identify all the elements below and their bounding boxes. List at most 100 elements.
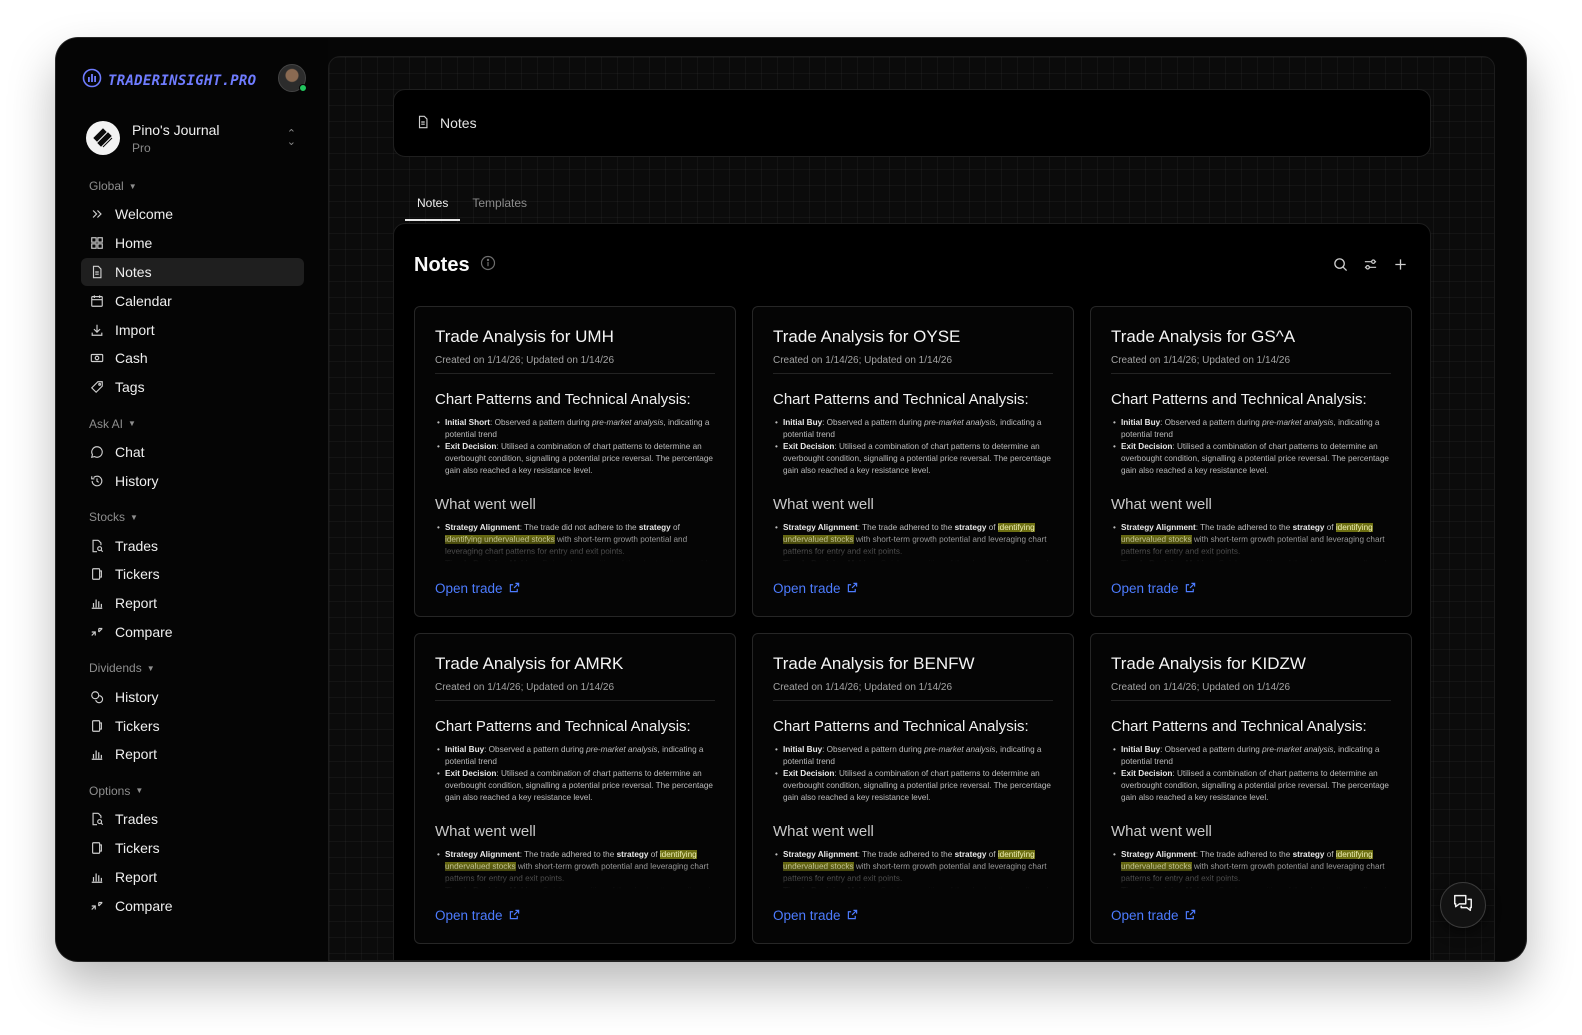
sidebar-item-home[interactable]: Home [81, 229, 304, 258]
nav-group-dividends: Dividends ▼ History Tickers Report [81, 660, 304, 768]
bullet-label: Exit Decision [783, 769, 835, 778]
bullet-text: : Observed a pattern during [822, 418, 925, 427]
sidebar-item-report[interactable]: Report [81, 740, 304, 769]
sidebar-item-tickers[interactable]: Tickers [81, 711, 304, 740]
note-bullet: Initial Buy: Observed a pattern during p… [1113, 744, 1391, 768]
sidebar-item-label: History [115, 472, 159, 489]
bullet-text: : The trade adhered to the [1195, 523, 1293, 532]
tab-templates[interactable]: Templates [460, 191, 539, 221]
bullet-text: : The trade adhered to the [857, 523, 955, 532]
note-meta: Created on 1/14/26; Updated on 1/14/26 [773, 355, 1053, 374]
sidebar-item-label: Tickers [115, 566, 160, 583]
sidebar-item-tickers[interactable]: Tickers [81, 560, 304, 589]
page-header: Notes [393, 89, 1431, 157]
sidebar-item-chat[interactable]: Chat [81, 438, 304, 467]
brand-logo[interactable]: TRADERINSIGHT.PRO [82, 68, 256, 93]
bullet-emphasis: pre-market analysis [924, 745, 996, 754]
sidebar-item-calendar[interactable]: Calendar [81, 286, 304, 315]
tab-notes[interactable]: Notes [405, 191, 461, 221]
sidebar-item-label: Calendar [115, 292, 172, 309]
bullet-text: of [986, 523, 998, 532]
brand-name: TRADERINSIGHT.PRO [108, 72, 257, 89]
sidebar-item-welcome[interactable]: Welcome [81, 200, 304, 229]
nav-group-toggle[interactable]: Stocks ▼ [81, 509, 304, 531]
note-title: Trade Analysis for OYSE [773, 327, 961, 346]
info-icon[interactable] [480, 255, 496, 276]
sidebar-item-cash[interactable]: Cash [81, 344, 304, 373]
note-card[interactable]: Trade Analysis for AMRK Created on 1/14/2… [414, 633, 736, 944]
note-card[interactable]: Trade Analysis for UMH Created on 1/14/26… [414, 306, 736, 617]
note-card[interactable]: Trade Analysis for BENFW Created on 1/14/… [752, 633, 1074, 944]
note-bullet: Initial Buy: Observed a pattern during p… [775, 744, 1053, 768]
sidebar-item-notes[interactable]: Notes [81, 257, 304, 287]
note-meta: Created on 1/14/26; Updated on 1/14/26 [1111, 682, 1391, 701]
bullet-label: Timely Decision Making [1121, 886, 1214, 889]
sidebar-item-report[interactable]: Report [81, 589, 304, 618]
open-trade-label: Open trade [773, 581, 841, 596]
note-card[interactable]: Trade Analysis for KIDZW Created on 1/14/… [1090, 633, 1412, 944]
note-bullet: Timely Decision Making: Delayed recognit… [437, 558, 715, 562]
sidebar-item-label: Welcome [115, 206, 174, 223]
sidebar-item-compare[interactable]: Compare [81, 891, 304, 920]
plus-icon[interactable] [1392, 256, 1408, 272]
external-link-icon [1185, 581, 1196, 596]
open-trade-link[interactable]: Open trade [435, 581, 520, 596]
nav-group-ask-ai: Ask AI ▼ Chat History [81, 416, 304, 496]
nav-group-toggle[interactable]: Global ▼ [81, 178, 304, 200]
note-card[interactable]: Trade Analysis for OYSE Created on 1/14/2… [752, 306, 1074, 617]
open-trade-link[interactable]: Open trade [435, 908, 520, 923]
sidebar-item-trades[interactable]: Trades [81, 805, 304, 834]
bullet-text: : The trade adhered to the [519, 850, 617, 859]
bullet-label: Strategy Alignment [783, 523, 858, 532]
sidebar-item-history[interactable]: History [81, 466, 304, 495]
bullet-label: Exit Decision [445, 442, 497, 451]
nav-group-toggle[interactable]: Options ▼ [81, 783, 304, 805]
bullet-text: : Observed a pattern during [1160, 418, 1263, 427]
page-header-title: Notes [440, 115, 477, 131]
note-subheading: What went well [435, 496, 536, 513]
tab-bar: Notes Templates [405, 191, 539, 221]
nav-group-toggle[interactable]: Dividends ▼ [81, 660, 304, 682]
sidebar-item-label: Trades [115, 811, 159, 828]
nav-group-toggle[interactable]: Ask AI ▼ [81, 416, 304, 438]
brand-chart-icon [82, 68, 102, 93]
sidebar-item-import[interactable]: Import [81, 315, 304, 344]
open-trade-link[interactable]: Open trade [1111, 908, 1196, 923]
sidebar-item-history[interactable]: History [81, 682, 304, 711]
note-bullet-list: Strategy Alignment: The trade adhered to… [775, 522, 1053, 562]
sidebar-item-trades[interactable]: Trades [81, 531, 304, 560]
open-trade-link[interactable]: Open trade [773, 908, 858, 923]
sidebar-item-label: Chat [115, 443, 145, 460]
caret-down-icon: ▼ [130, 512, 138, 522]
chat-support-button[interactable] [1440, 882, 1486, 928]
sidebar-item-label: Notes [115, 263, 152, 280]
bullet-emphasis: pre-market analysis [586, 745, 658, 754]
note-bullet: Initial Buy: Observed a pattern during p… [1113, 417, 1391, 441]
note-title: Trade Analysis for UMH [435, 327, 614, 346]
note-card[interactable]: Trade Analysis for GS^A Created on 1/14/2… [1090, 306, 1412, 617]
compare-icon [89, 624, 105, 640]
sidebar-item-tickers[interactable]: Tickers [81, 834, 304, 863]
sidebar-item-tags[interactable]: Tags [81, 373, 304, 402]
note-subheading: What went well [435, 823, 536, 840]
open-trade-link[interactable]: Open trade [773, 581, 858, 596]
bullet-label: Exit Decision [445, 769, 497, 778]
user-avatar[interactable] [278, 64, 307, 92]
tag-icon [89, 379, 105, 395]
history-icon [89, 473, 105, 489]
bullet-text: : Observed a pattern during [822, 745, 925, 754]
sidebar-item-report[interactable]: Report [81, 862, 304, 891]
note-bullet: Timely Decision Making: Quick recognitio… [437, 885, 715, 889]
note-subheading: What went well [1111, 823, 1212, 840]
sidebar-item-compare[interactable]: Compare [81, 618, 304, 647]
search-icon[interactable] [1332, 256, 1348, 272]
filter-sliders-icon[interactable] [1362, 256, 1378, 272]
highlighted-text: identifying undervalued stocks [445, 535, 555, 544]
bullet-label: Exit Decision [783, 442, 835, 451]
note-meta: Created on 1/14/26; Updated on 1/14/26 [435, 355, 715, 374]
open-trade-link[interactable]: Open trade [1111, 581, 1196, 596]
caret-down-icon: ▼ [128, 419, 136, 429]
note-section-heading: Chart Patterns and Technical Analysis: [773, 718, 1029, 735]
journal-switcher[interactable]: Pino's Journal Pro ⌃ ⌄ [86, 118, 302, 158]
online-status-dot [299, 84, 307, 92]
